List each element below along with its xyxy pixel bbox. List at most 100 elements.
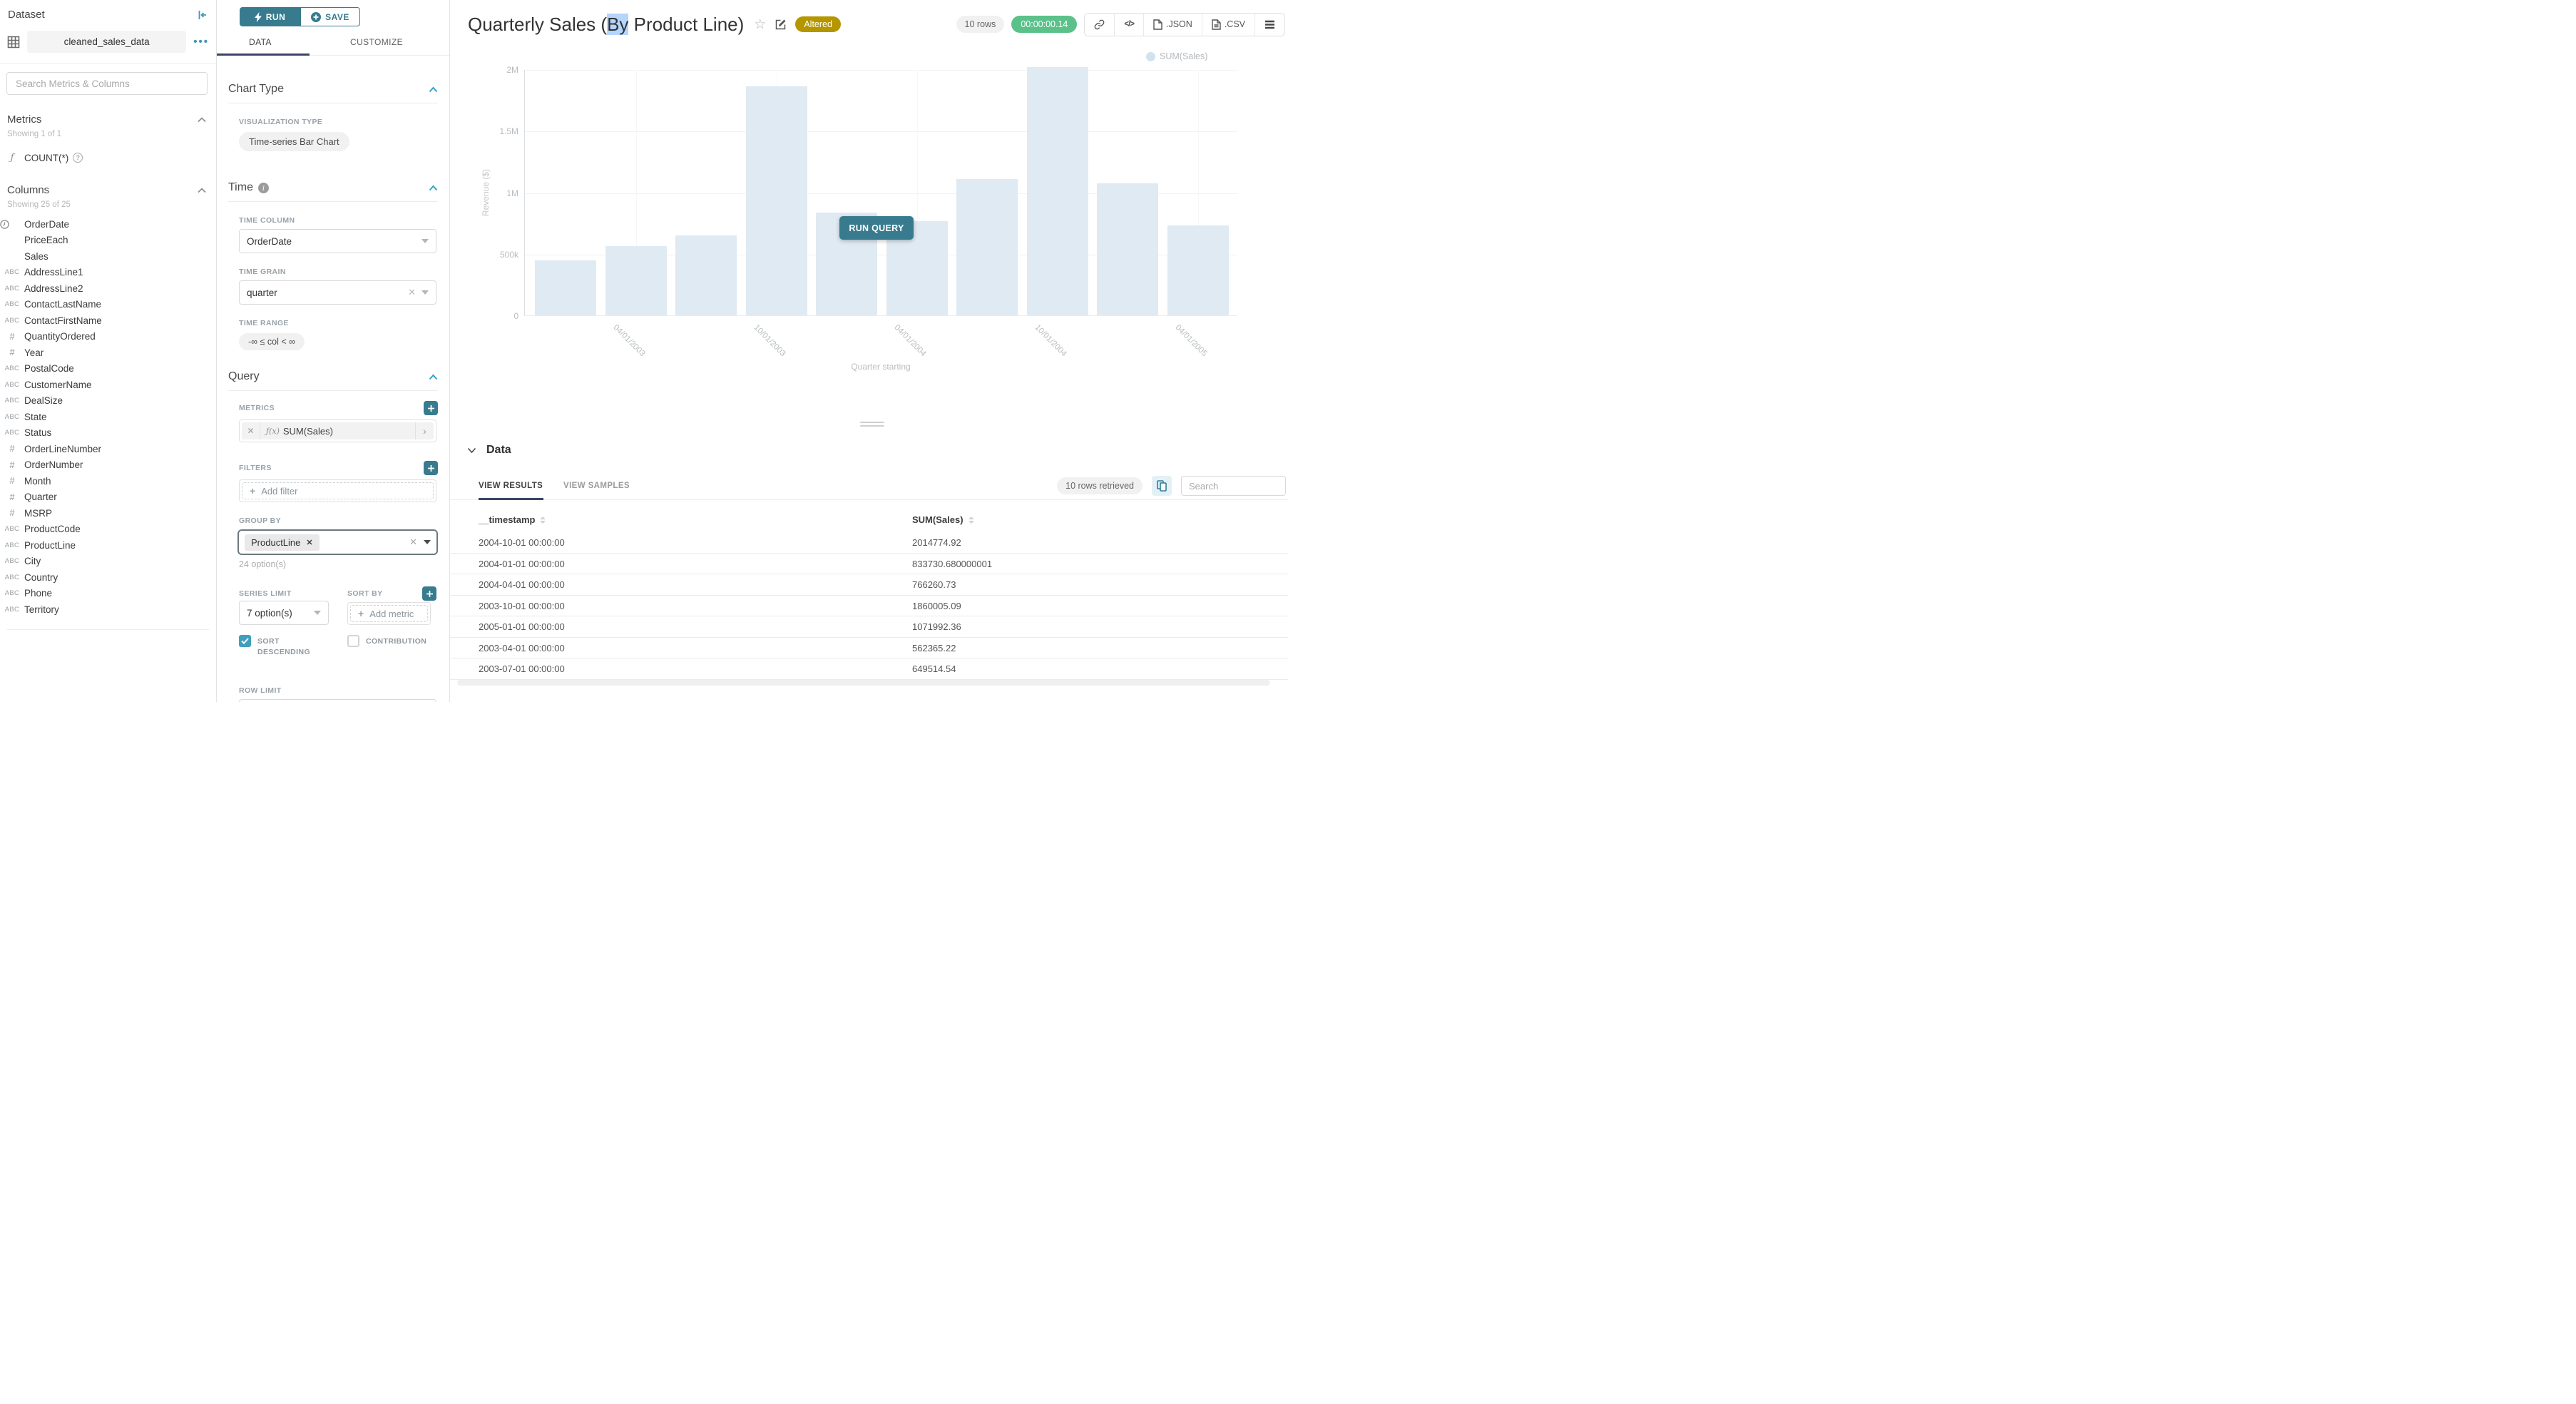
remove-metric-icon[interactable]: ✕ [242,422,260,439]
table-row[interactable]: 2005-01-01 00:00:001071992.36 [450,616,1288,638]
column-item[interactable]: OrderDate [0,216,216,233]
group-by-select[interactable]: ProductLine ✕ ✕ [237,529,438,555]
chevron-up-icon[interactable] [198,117,206,123]
bar-2004-07-01[interactable] [956,179,1018,315]
series-limit-select[interactable]: 7 option(s) [239,601,329,625]
table-row[interactable]: 2003-07-01 00:00:00649514.54 [450,658,1288,680]
x-axis-tick-label: 10/01/2003 [752,323,787,358]
tab-data[interactable]: DATA [249,37,272,47]
abc-type-icon: ABC [0,397,24,405]
column-item[interactable]: #Year [0,345,216,361]
column-item[interactable]: #Quarter [0,489,216,506]
abc-type-icon: ABC [0,285,24,292]
copy-to-clipboard-button[interactable] [1152,476,1172,496]
column-item[interactable]: ABCCountry [0,569,216,586]
chevron-up-icon[interactable] [429,86,438,93]
chevron-up-icon[interactable] [429,374,438,380]
run-query-button[interactable]: RUN QUERY [839,216,914,240]
chevron-up-icon[interactable] [429,185,438,191]
remove-tag-icon[interactable]: ✕ [306,538,312,547]
table-search-input[interactable] [1181,476,1286,496]
column-item[interactable]: PriceEach [0,233,216,249]
column-header-sum-sales[interactable]: SUM(Sales) [912,514,974,525]
column-item[interactable]: ABCDealSize [0,393,216,410]
svg-text:i: i [262,185,265,193]
column-item[interactable]: #MSRP [0,505,216,522]
column-item[interactable]: ABCProductLine [0,537,216,554]
table-row[interactable]: 2004-01-01 00:00:00833730.680000001 [450,554,1288,575]
legend-item[interactable]: SUM(Sales) [1146,51,1207,61]
tab-view-results[interactable]: VIEW RESULTS [479,482,543,490]
table-row[interactable]: 2004-10-01 00:00:002014774.92 [450,532,1288,554]
run-button[interactable]: RUN [240,7,300,26]
contribution-checkbox[interactable]: CONTRIBUTION [347,635,426,658]
time-column-select[interactable]: OrderDate [239,229,436,253]
abc-type-icon: ABC [0,541,24,549]
metric-item[interactable]: ƒ COUNT(*) ? [0,150,216,166]
add-filter-dropzone[interactable]: + Add filter [239,479,436,502]
table-row[interactable]: 2004-04-01 00:00:00766260.73 [450,574,1288,596]
table-row[interactable]: 2003-10-01 00:00:001860005.09 [450,596,1288,617]
column-item[interactable]: ABCStatus [0,425,216,442]
panel-resize-handle[interactable] [860,422,884,429]
function-icon: ƒ(x) [266,427,280,436]
column-item[interactable]: #Month [0,473,216,489]
checkbox-unchecked-icon [347,635,359,647]
metric-chip[interactable]: ƒ(x) SUM(Sales) [260,426,415,437]
search-metrics-columns-input[interactable] [6,72,208,95]
column-item[interactable]: ABCContactFirstName [0,312,216,329]
chart-type-section-title: Chart Type [228,83,284,96]
time-grain-select[interactable]: quarter ✕ [239,280,436,305]
bar-2003-10-01[interactable] [746,86,807,315]
bar-2005-04-01[interactable] [1167,225,1229,315]
column-item[interactable]: ABCAddressLine2 [0,280,216,297]
bar-2004-10-01[interactable] [1027,67,1088,315]
bar-2003-07-01[interactable] [675,235,737,315]
row-limit-select[interactable]: 10000 ✕ [239,699,436,702]
help-icon[interactable]: ? [73,153,83,163]
bar-2003-04-01[interactable] [605,246,667,315]
table-row[interactable]: 2003-04-01 00:00:00562365.22 [450,638,1288,659]
column-item[interactable]: ABCCustomerName [0,377,216,393]
caret-down-icon [424,540,431,544]
add-metric-button[interactable] [424,401,438,415]
time-range-value[interactable]: -∞ ≤ col < ∞ [239,333,305,350]
add-sort-metric-button[interactable] [422,586,436,601]
dataset-name[interactable]: cleaned_sales_data [27,31,186,53]
column-item[interactable]: #OrderNumber [0,457,216,474]
gridline [525,70,1237,71]
column-item[interactable]: ABCPhone [0,586,216,602]
column-item[interactable]: #QuantityOrdered [0,329,216,345]
save-button[interactable]: SAVE [300,7,360,26]
column-header-timestamp[interactable]: __timestamp [479,514,546,525]
column-item[interactable]: Sales [0,248,216,265]
column-item[interactable]: ABCContactLastName [0,297,216,313]
data-panel-header[interactable]: Data [467,444,511,457]
group-by-label: GROUP BY [239,517,438,525]
column-item[interactable]: ABCAddressLine1 [0,265,216,281]
clear-icon[interactable]: ✕ [408,287,416,298]
bar-2005-01-01[interactable] [1097,183,1158,315]
tab-customize[interactable]: CUSTOMIZE [350,37,403,47]
column-item[interactable]: #OrderLineNumber [0,441,216,457]
column-item[interactable]: ABCTerritory [0,601,216,618]
tab-view-samples[interactable]: VIEW SAMPLES [563,482,630,490]
clear-icon[interactable]: ✕ [409,536,417,548]
column-item[interactable]: ABCState [0,409,216,425]
column-item[interactable]: ABCPostalCode [0,361,216,377]
bar-2003-01-01[interactable] [535,260,596,315]
sort-by-dropzone[interactable]: + Add metric [347,602,431,625]
visualization-type-value[interactable]: Time-series Bar Chart [239,132,349,151]
columns-section-title: Columns [7,184,49,196]
collapse-panel-icon[interactable] [196,9,208,21]
sort-descending-checkbox[interactable]: SORT DESCENDING [239,635,347,658]
chevron-up-icon[interactable] [198,188,206,193]
column-item[interactable]: ABCCity [0,554,216,570]
column-item[interactable]: ABCProductCode [0,522,216,538]
abc-type-icon: ABC [0,557,24,565]
metrics-showing-count: Showing 1 of 1 [7,130,216,138]
dataset-more-icon[interactable]: ••• [193,36,209,48]
horizontal-scrollbar[interactable] [457,680,1270,686]
caret-right-icon[interactable]: › [415,422,434,439]
add-filter-button[interactable] [424,461,438,475]
